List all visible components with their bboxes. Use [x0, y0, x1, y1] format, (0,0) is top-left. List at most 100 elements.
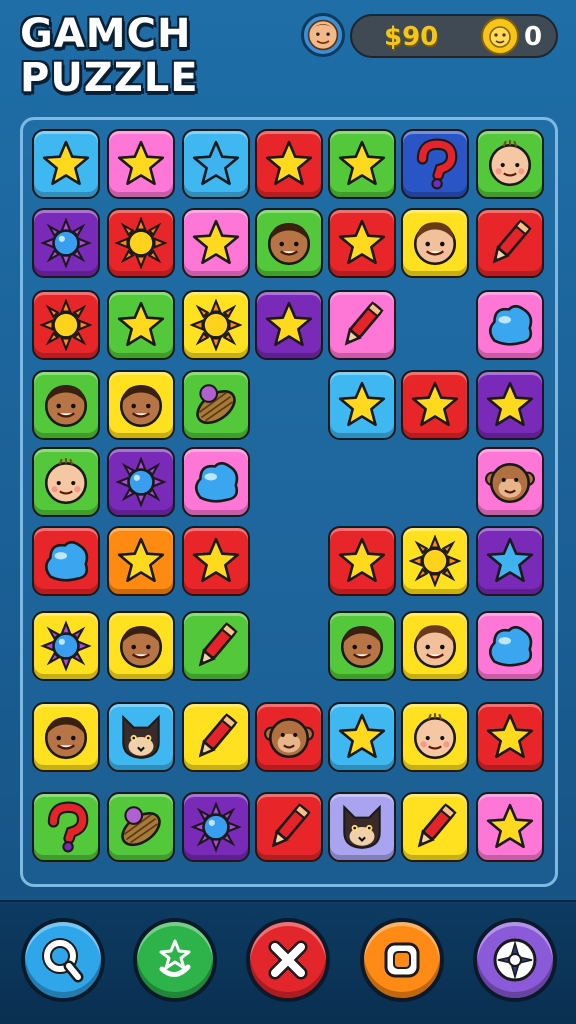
- tile-pencil[interactable]: [182, 702, 250, 772]
- star-icon: [115, 299, 167, 351]
- face-icon: [40, 711, 92, 763]
- tile-sun[interactable]: [182, 290, 250, 360]
- tile-pencil[interactable]: [255, 792, 323, 862]
- tile-star[interactable]: [476, 792, 544, 862]
- tile-star[interactable]: [476, 702, 544, 772]
- boy-icon: [409, 620, 461, 672]
- nut-icon: [115, 801, 167, 853]
- tile-monkey[interactable]: [255, 702, 323, 772]
- blob-icon: [40, 535, 92, 587]
- tile-face[interactable]: [107, 611, 175, 681]
- star-icon: [190, 217, 242, 269]
- tile-star[interactable]: [32, 129, 100, 199]
- tile-star[interactable]: [255, 290, 323, 360]
- refresh-button[interactable]: [133, 918, 217, 1002]
- face-icon: [40, 379, 92, 431]
- tile-face[interactable]: [255, 208, 323, 278]
- close-button[interactable]: [246, 918, 330, 1002]
- money-counter: $90: [384, 22, 439, 52]
- tile-nut[interactable]: [107, 792, 175, 862]
- star-icon: [263, 299, 315, 351]
- tile-monkey[interactable]: [476, 447, 544, 517]
- tile-sun[interactable]: [107, 208, 175, 278]
- tile-star[interactable]: [328, 208, 396, 278]
- tile-sun[interactable]: [401, 526, 469, 596]
- tile-star[interactable]: [328, 526, 396, 596]
- tile-star[interactable]: [328, 702, 396, 772]
- game-title: GAMCH PUZZLE: [20, 12, 199, 100]
- search-icon: [36, 933, 90, 987]
- tile-star[interactable]: [182, 526, 250, 596]
- tile-sun[interactable]: [32, 290, 100, 360]
- tile-star[interactable]: [107, 526, 175, 596]
- star-icon: [336, 138, 388, 190]
- tile-star[interactable]: [182, 208, 250, 278]
- square-icon: [375, 933, 429, 987]
- tile-cat[interactable]: [328, 792, 396, 862]
- tile-face[interactable]: [32, 370, 100, 440]
- tile-star[interactable]: [476, 370, 544, 440]
- coin-count: 0: [524, 22, 543, 52]
- tile-pencil[interactable]: [476, 208, 544, 278]
- search-button[interactable]: [21, 918, 105, 1002]
- star-blue-icon: [190, 138, 242, 190]
- star-icon: [484, 711, 536, 763]
- nut-icon: [190, 379, 242, 431]
- tile-pencil[interactable]: [182, 611, 250, 681]
- monkey-icon: [263, 711, 315, 763]
- pencil-icon: [263, 801, 315, 853]
- tile-star[interactable]: [328, 129, 396, 199]
- gem-icon: [190, 801, 242, 853]
- game-title-line1: GAMCH: [20, 11, 192, 57]
- tile-blob[interactable]: [182, 447, 250, 517]
- tile-star[interactable]: [328, 370, 396, 440]
- gem-icon: [115, 456, 167, 508]
- star-icon: [263, 138, 315, 190]
- player-avatar-icon[interactable]: [301, 13, 345, 57]
- cat-icon: [336, 801, 388, 853]
- tile-gem[interactable]: [107, 447, 175, 517]
- tile-pencil[interactable]: [401, 792, 469, 862]
- close-icon: [261, 933, 315, 987]
- face-icon: [336, 620, 388, 672]
- tile-star[interactable]: [255, 129, 323, 199]
- sun-icon: [40, 299, 92, 351]
- monkey-icon: [484, 456, 536, 508]
- tile-blob[interactable]: [476, 290, 544, 360]
- tile-star[interactable]: [107, 129, 175, 199]
- tile-star-blue[interactable]: [182, 129, 250, 199]
- tile-star[interactable]: [401, 370, 469, 440]
- tile-face[interactable]: [32, 702, 100, 772]
- star-icon: [336, 711, 388, 763]
- tile-gem[interactable]: [182, 792, 250, 862]
- tile-cat[interactable]: [107, 702, 175, 772]
- tile-question[interactable]: [32, 792, 100, 862]
- tile-nut[interactable]: [182, 370, 250, 440]
- tile-blob[interactable]: [476, 611, 544, 681]
- tile-baby[interactable]: [401, 702, 469, 772]
- tile-boy[interactable]: [401, 611, 469, 681]
- tile-star-blue[interactable]: [476, 526, 544, 596]
- tile-star[interactable]: [107, 290, 175, 360]
- compass-icon: [488, 933, 542, 987]
- tile-question[interactable]: [401, 129, 469, 199]
- tile-baby[interactable]: [32, 447, 100, 517]
- compass-button[interactable]: [473, 918, 557, 1002]
- refresh-icon: [148, 933, 202, 987]
- tile-face[interactable]: [328, 611, 396, 681]
- tile-boy[interactable]: [401, 208, 469, 278]
- tile-pencil[interactable]: [328, 290, 396, 360]
- lion-coin-icon: [480, 16, 520, 56]
- pencil-icon: [190, 711, 242, 763]
- tile-face[interactable]: [107, 370, 175, 440]
- baby-icon: [40, 456, 92, 508]
- star-icon: [115, 535, 167, 587]
- blob-icon: [484, 299, 536, 351]
- tile-baby[interactable]: [476, 129, 544, 199]
- stop-button[interactable]: [360, 918, 444, 1002]
- tile-blob[interactable]: [32, 526, 100, 596]
- star-icon: [409, 379, 461, 431]
- baby-icon: [409, 711, 461, 763]
- tile-gem[interactable]: [32, 611, 100, 681]
- tile-gem[interactable]: [32, 208, 100, 278]
